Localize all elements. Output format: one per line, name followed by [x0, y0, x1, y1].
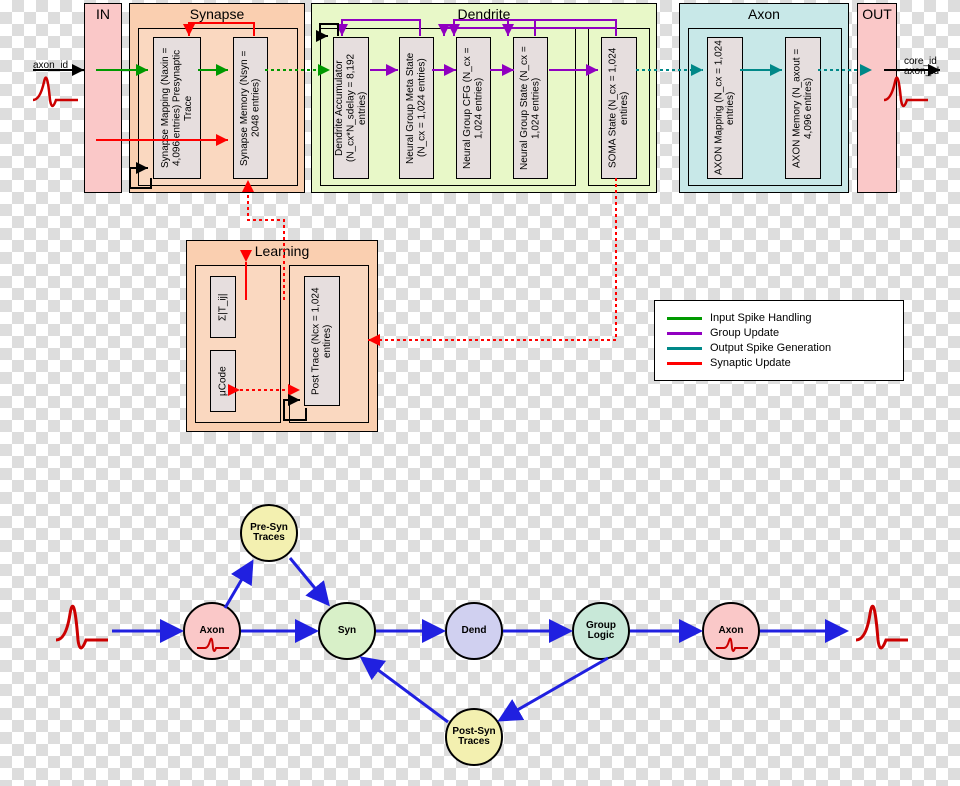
stage-dendrite: Dendrite Dendrite Accumulator (N_cx*N_sd…: [311, 3, 657, 193]
mem-soma-text: SOMA State (N_cx = 1,024 entires): [608, 40, 631, 176]
stage-synapse: Synapse Synapse Mapping (Naxin = 4,096 e…: [129, 3, 305, 193]
mem-sigma: Σ|T_ij|: [210, 276, 236, 338]
flow-group: Group Logic: [572, 602, 630, 660]
mem-axon-map: AXON Mapping (N_cx = 1,024 entries): [707, 37, 743, 179]
flow-dend-text: Dend: [462, 626, 487, 637]
mem-ucode: μCode: [210, 350, 236, 412]
mem-syn-mapping: Synapse Mapping (Naxin = 4,096 entries) …: [153, 37, 201, 179]
learning-inner-2: Post Trace (Ncx = 1,024 entires): [289, 265, 369, 423]
stage-in-label: IN: [96, 6, 110, 22]
flow-postsyn-text: Post-Syn Traces: [452, 727, 495, 748]
stage-axon: Axon AXON Mapping (N_cx = 1,024 entries)…: [679, 3, 849, 193]
stage-axon-label: Axon: [748, 6, 780, 22]
mem-syn-memory-text: Synapse Memory (Nsyn = 2048 entries): [239, 40, 262, 176]
mem-ng-cfg: Neural Group CFG (N_cx = 1,024 entries): [456, 37, 491, 179]
mem-ng-cfg-text: Neural Group CFG (N_cx = 1,024 entries): [462, 40, 485, 176]
legend-row-3: Synaptic Update: [667, 357, 891, 369]
synapse-inner: Synapse Mapping (Naxin = 4,096 entries) …: [138, 28, 298, 186]
dendrite-inner-1: Dendrite Accumulator (N_cx*N_sdelay = 8,…: [320, 28, 576, 186]
legend-row-0: Input Spike Handling: [667, 312, 891, 324]
flow-presyn-text: Pre-Syn Traces: [250, 523, 288, 544]
stage-dendrite-label: Dendrite: [458, 6, 511, 22]
mem-soma: SOMA State (N_cx = 1,024 entires): [601, 37, 637, 179]
flow-axon-in: Axon: [183, 602, 241, 660]
legend: Input Spike Handling Group Update Output…: [654, 300, 904, 381]
flow-postsyn: Post-Syn Traces: [445, 708, 503, 766]
signal-in-label: axon_id: [33, 60, 68, 71]
learning-inner-1: Σ|T_ij| μCode: [195, 265, 281, 423]
stage-learning-label: Learning: [255, 243, 310, 259]
legend-label-0: Input Spike Handling: [710, 312, 812, 324]
mem-axon-map-text: AXON Mapping (N_cx = 1,024 entries): [714, 40, 737, 176]
legend-row-1: Group Update: [667, 327, 891, 339]
flow-axon-out: Axon: [702, 602, 760, 660]
stage-in: IN: [84, 3, 122, 193]
mem-axon-mem-text: AXON Memory (N_axout = 4,096 entires): [792, 40, 815, 176]
signal-out-bot: axon_id: [904, 66, 939, 77]
stage-learning: Learning Σ|T_ij| μCode Post Trace (Ncx =…: [186, 240, 378, 432]
flow-dend: Dend: [445, 602, 503, 660]
flow-group-text: Group Logic: [586, 621, 616, 642]
mem-dend-acc: Dendrite Accumulator (N_cx*N_sdelay = 8,…: [333, 37, 369, 179]
flow-presyn: Pre-Syn Traces: [240, 504, 298, 562]
mem-syn-memory: Synapse Memory (Nsyn = 2048 entries): [233, 37, 268, 179]
mem-ng-state: Neural Group State (N_cx = 1,024 entries…: [513, 37, 548, 179]
mem-post-trace: Post Trace (Ncx = 1,024 entires): [304, 276, 340, 406]
mem-post-trace-text: Post Trace (Ncx = 1,024 entires): [311, 279, 334, 403]
axon-inner: AXON Mapping (N_cx = 1,024 entries) AXON…: [688, 28, 842, 186]
mem-ng-meta-text: Neural Group Meta State (N_cx = 1,024 en…: [405, 40, 428, 176]
mem-dend-acc-text: Dendrite Accumulator (N_cx*N_sdelay = 8,…: [334, 40, 369, 176]
mem-sigma-text: Σ|T_ij|: [217, 293, 229, 321]
legend-label-2: Output Spike Generation: [710, 342, 831, 354]
mem-syn-mapping-text: Synapse Mapping (Naxin = 4,096 entries) …: [160, 40, 195, 176]
legend-label-3: Synaptic Update: [710, 357, 791, 369]
mem-axon-mem: AXON Memory (N_axout = 4,096 entires): [785, 37, 821, 179]
mem-ucode-text: μCode: [217, 366, 229, 396]
legend-label-1: Group Update: [710, 327, 779, 339]
mem-ng-meta: Neural Group Meta State (N_cx = 1,024 en…: [399, 37, 434, 179]
dendrite-inner-2: SOMA State (N_cx = 1,024 entires): [588, 28, 650, 186]
flow-syn-text: Syn: [338, 626, 356, 637]
stage-synapse-label: Synapse: [190, 6, 244, 22]
mem-ng-state-text: Neural Group State (N_cx = 1,024 entries…: [519, 40, 542, 176]
legend-row-2: Output Spike Generation: [667, 342, 891, 354]
flow-syn: Syn: [318, 602, 376, 660]
stage-out-label: OUT: [862, 6, 892, 22]
stage-out: OUT: [857, 3, 897, 193]
